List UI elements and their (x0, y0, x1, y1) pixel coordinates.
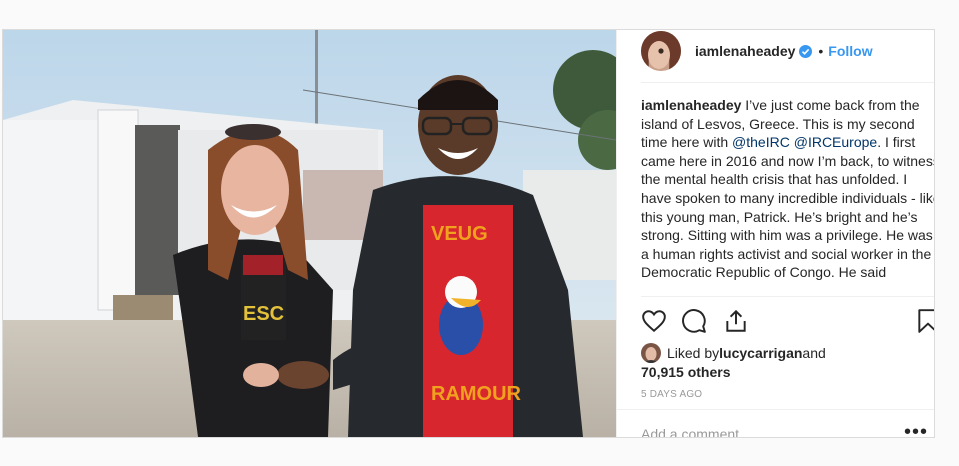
liker-username[interactable]: lucycarrigan (719, 344, 802, 362)
likes-count[interactable]: 70,915 others (641, 363, 934, 381)
post-header: iamlenaheadey • Follow (617, 30, 934, 94)
follow-button[interactable]: Follow (828, 43, 872, 59)
bookmark-icon[interactable] (915, 308, 935, 334)
more-options-button[interactable]: ••• (904, 422, 928, 437)
caption-username[interactable]: iamlenaheadey (641, 97, 741, 113)
share-icon[interactable] (723, 308, 749, 334)
heart-icon[interactable] (641, 308, 667, 334)
comment-input[interactable] (641, 424, 881, 437)
photo-illustration: VEUG RAMOUR ESC (3, 30, 616, 437)
author-username[interactable]: iamlenaheadey (695, 43, 795, 59)
mention-irceurope[interactable]: @IRCEurope (794, 134, 877, 150)
instagram-post: VEUG RAMOUR ESC iamlenaheadey • Follow i… (2, 29, 935, 438)
comment-icon[interactable] (681, 308, 707, 334)
author-avatar[interactable] (641, 31, 681, 71)
verified-badge-icon (799, 44, 813, 58)
tshirt-text: ESC (243, 303, 284, 325)
actions-divider (641, 296, 934, 297)
liker-avatar[interactable] (641, 343, 661, 363)
comment-divider (617, 409, 934, 410)
likes-summary: Liked by lucycarrigan and 70,915 others (641, 343, 934, 381)
caption-text-3: . I first came here in 2016 and now I’m … (641, 134, 935, 281)
liked-by-and: and (802, 345, 826, 361)
post-photo[interactable]: VEUG RAMOUR ESC (3, 30, 616, 437)
post-sidebar: iamlenaheadey • Follow iamlenaheadey I’v… (616, 30, 934, 437)
post-caption: iamlenaheadey I’ve just come back from t… (641, 96, 935, 299)
separator-dot: • (818, 43, 824, 59)
shirt-text-bottom: RAMOUR (431, 383, 522, 405)
liked-by-prefix: Liked by (667, 345, 720, 361)
shirt-text-top: VEUG (431, 223, 488, 245)
action-bar (641, 308, 935, 338)
post-timestamp[interactable]: 5 DAYS AGO (641, 389, 702, 400)
mention-theirc[interactable]: @theIRC (732, 134, 790, 150)
header-divider (641, 82, 934, 83)
